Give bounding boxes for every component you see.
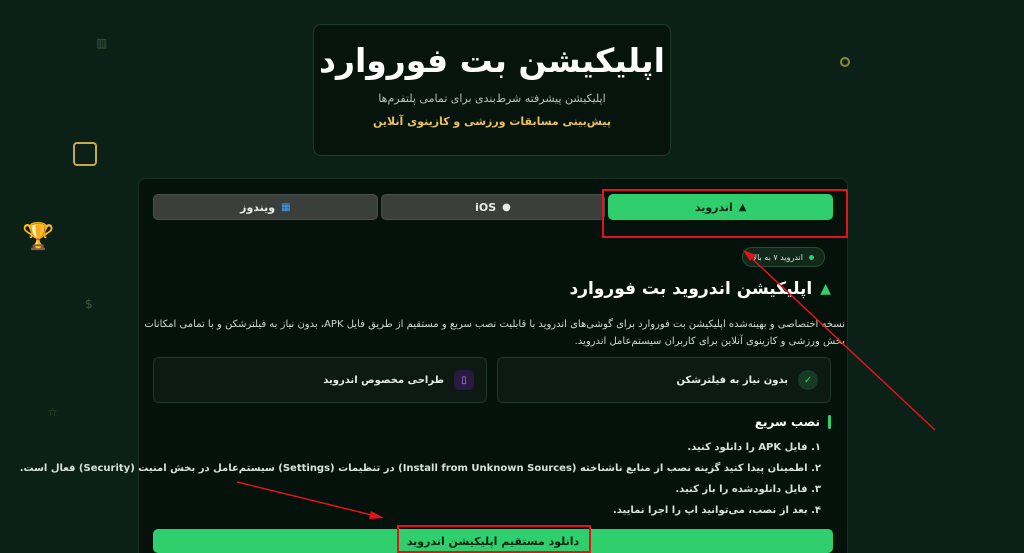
arrowhead [369,511,384,519]
annotation-arrows [236,250,936,519]
annotation-arrow [236,481,381,518]
arrowhead [743,250,756,261]
annotation-arrow [744,251,936,431]
